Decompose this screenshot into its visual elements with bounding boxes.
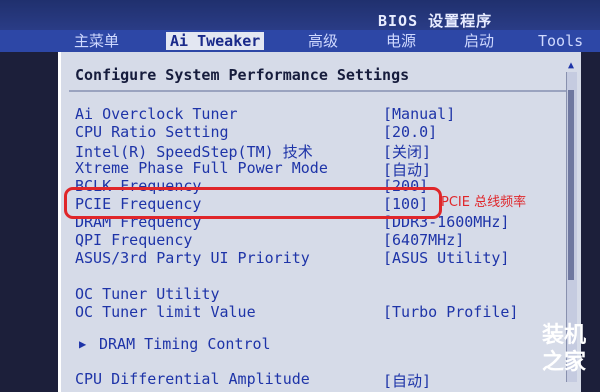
settings-panel: Configure System Performance Settings Ai… (58, 52, 581, 392)
tab-boot[interactable]: 启动 (464, 32, 494, 50)
title-bar: BIOS 设置程序 (0, 0, 600, 30)
setting-qpi-frequency[interactable]: QPI Frequency (75, 231, 192, 249)
watermark-logo: 装机 之家 (528, 322, 600, 384)
setting-cpu-ratio[interactable]: CPU Ratio Setting (75, 123, 229, 141)
tab-bar: 主菜单 Ai Tweaker 高级 电源 启动 Tools (0, 30, 600, 52)
pcie-highlight-box (64, 187, 442, 219)
tab-ai-tweaker[interactable]: Ai Tweaker (166, 32, 265, 50)
setting-ai-overclock-tuner[interactable]: Ai Overclock Tuner (75, 105, 238, 123)
tab-main[interactable]: 主菜单 (74, 32, 119, 50)
submenu-dram-timing[interactable]: DRAM Timing Control (99, 335, 271, 353)
header-divider (69, 90, 569, 92)
pcie-annotation: PCIE 总线频率 (441, 195, 527, 210)
setting-xtreme-phase[interactable]: Xtreme Phase Full Power Mode (75, 159, 328, 177)
value-qpi-frequency[interactable]: [6407MHz] (383, 231, 464, 249)
value-ui-priority[interactable]: [ASUS Utility] (383, 249, 509, 267)
window-title: BIOS 设置程序 (378, 12, 493, 30)
watermark-line1: 装机 (541, 323, 586, 348)
setting-ui-priority[interactable]: ASUS/3rd Party UI Priority (75, 249, 310, 267)
value-cpu-ratio[interactable]: [20.0] (383, 123, 437, 141)
tab-power[interactable]: 电源 (386, 32, 416, 50)
watermark-line2: 之家 (541, 350, 586, 375)
value-ai-overclock-tuner[interactable]: [Manual] (383, 105, 455, 123)
setting-oc-tuner-limit[interactable]: OC Tuner limit Value (75, 303, 256, 321)
tab-tools[interactable]: Tools (538, 32, 583, 50)
setting-cpu-differential[interactable]: CPU Differential Amplitude (75, 370, 310, 388)
submenu-arrow-icon: ▶ (79, 337, 87, 351)
value-oc-tuner-limit[interactable]: [Turbo Profile] (383, 303, 518, 321)
tab-advanced[interactable]: 高级 (308, 32, 338, 50)
scroll-thumb[interactable] (568, 90, 574, 280)
scroll-up-icon[interactable]: ▲ (566, 60, 576, 72)
panel-header: Configure System Performance Settings (75, 66, 410, 84)
setting-oc-tuner-utility[interactable]: OC Tuner Utility (75, 285, 220, 303)
value-cpu-differential[interactable]: [自动] (383, 370, 431, 391)
